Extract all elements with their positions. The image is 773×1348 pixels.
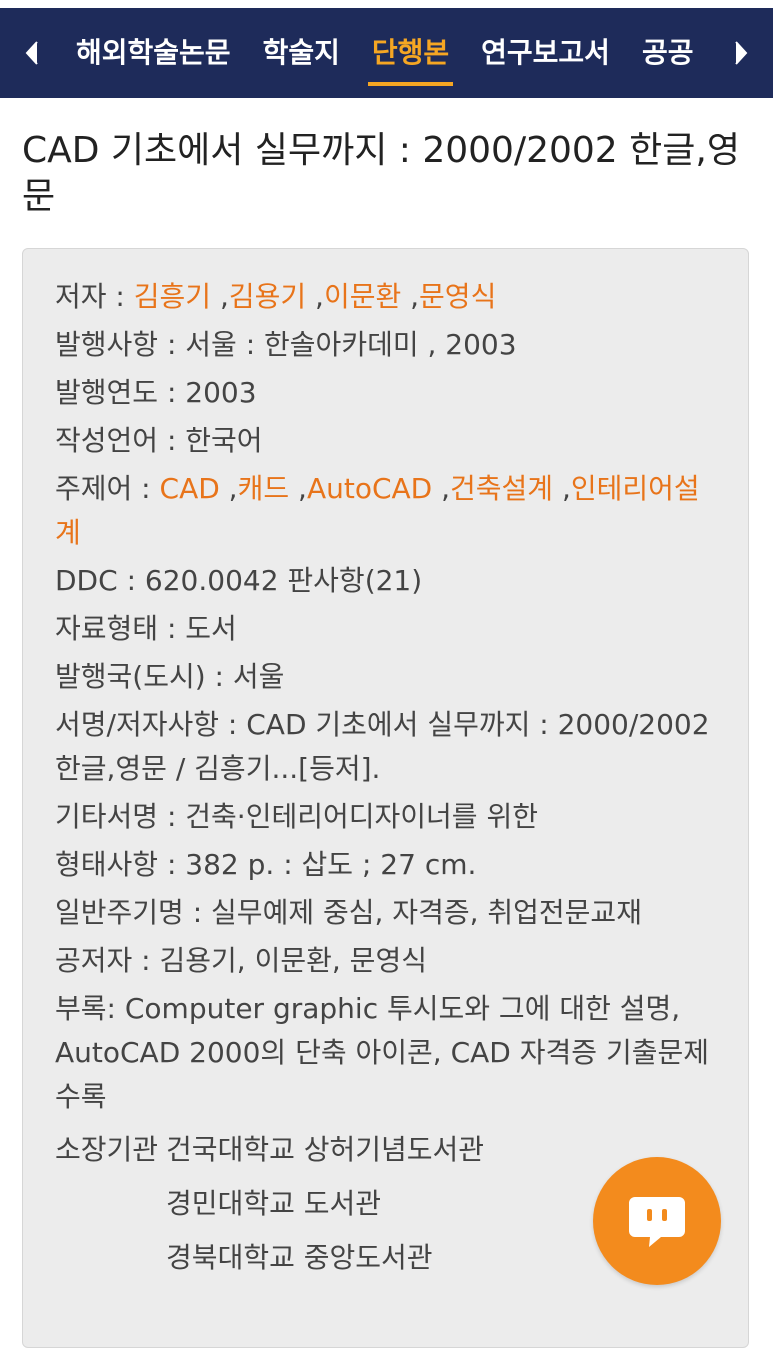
author-link[interactable]: 김흥기: [134, 280, 211, 313]
tab-books[interactable]: 단행본: [367, 8, 454, 98]
subject-link[interactable]: 캐드: [238, 472, 290, 505]
library-item[interactable]: 건국대학교 상허기념도서관: [166, 1123, 484, 1177]
statement-row: 서명/저자사항 : CAD 기초에서 실무까지 : 2000/2002 한글,영…: [55, 703, 720, 791]
appendix-row: 부록: Computer graphic 투시도와 그에 대한 설명, Auto…: [55, 987, 720, 1119]
note-label: 일반주기명 :: [55, 896, 212, 929]
holdings-list: 건국대학교 상허기념도서관 경민대학교 도서관 경북대학교 중앙도서관: [166, 1123, 484, 1285]
year-label: 발행연도 :: [55, 376, 186, 409]
subject-link[interactable]: 건축설계: [450, 472, 553, 505]
note-row: 일반주기명 : 실무예제 중심, 자격증, 취업전문교재: [55, 891, 720, 935]
coauthors-value: 김용기, 이문환, 문영식: [159, 944, 427, 977]
library-item[interactable]: 경북대학교 중앙도서관: [166, 1231, 484, 1285]
tab-overseas-papers[interactable]: 해외학술논문: [76, 8, 231, 98]
format-value: 도서: [185, 612, 237, 645]
language-label: 작성언어 :: [55, 424, 186, 457]
year-value: 2003: [185, 376, 257, 409]
ddc-label: DDC :: [55, 564, 145, 597]
appendix-label: 부록:: [55, 992, 125, 1025]
appendix-value: Computer graphic 투시도와 그에 대한 설명, AutoCAD …: [55, 992, 709, 1113]
holdings-label: 소장기관: [55, 1133, 159, 1166]
format-label: 자료형태 :: [55, 612, 186, 645]
library-item[interactable]: 경민대학교 도서관: [166, 1177, 484, 1231]
tab-journals[interactable]: 학술지: [263, 8, 340, 98]
publication-label: 발행사항 :: [55, 328, 186, 361]
coauthors-label: 공저자 :: [55, 944, 160, 977]
subjects-label: 주제어 :: [55, 472, 160, 505]
chevron-right-icon[interactable]: [721, 8, 761, 98]
chat-bubble-icon: [629, 1197, 685, 1247]
language-value: 한국어: [185, 424, 263, 457]
author-link[interactable]: 김용기: [229, 280, 306, 313]
country-value: 서울: [232, 660, 285, 693]
note-value: 실무예제 중심, 자격증, 취업전문교재: [211, 896, 642, 929]
author-label: 저자 :: [55, 280, 134, 313]
language-row: 작성언어 : 한국어: [55, 419, 720, 463]
subject-link[interactable]: CAD: [160, 472, 220, 505]
other-title-row: 기타서명 : 건축·인테리어디자이너를 위한: [55, 795, 720, 839]
format-row: 자료형태 : 도서: [55, 607, 720, 651]
ddc-value: 620.0042 판사항(21): [144, 564, 423, 597]
category-tab-bar: 해외학술논문 학술지 단행본 연구보고서 공공: [0, 8, 773, 98]
statement-label: 서명/저자사항 :: [55, 708, 247, 741]
physical-value: 382 p. : 삽도 ; 27 cm.: [185, 848, 477, 881]
year-row: 발행연도 : 2003: [55, 371, 720, 415]
coauthors-row: 공저자 : 김용기, 이문환, 문영식: [55, 939, 720, 983]
publication-value: 서울 : 한솔아카데미 , 2003: [185, 328, 517, 361]
country-row: 발행국(도시) : 서울: [55, 655, 720, 699]
chat-button[interactable]: [593, 1157, 721, 1285]
page-title: CAD 기초에서 실무까지 : 2000/2002 한글,영문: [22, 130, 740, 217]
ddc-row: DDC : 620.0042 판사항(21): [55, 559, 720, 603]
physical-label: 형태사항 :: [55, 848, 186, 881]
tab-public[interactable]: 공공: [642, 8, 694, 98]
chevron-left-icon[interactable]: [12, 8, 52, 98]
other-title-value: 건축·인테리어디자이너를 위한: [185, 800, 538, 833]
country-label: 발행국(도시) :: [55, 660, 233, 693]
other-title-label: 기타서명 :: [55, 800, 186, 833]
author-link[interactable]: 이문환: [324, 280, 401, 313]
tab-research-reports[interactable]: 연구보고서: [481, 8, 610, 98]
status-strip: [0, 0, 773, 8]
subject-link[interactable]: AutoCAD: [307, 472, 432, 505]
author-link[interactable]: 문영식: [419, 280, 496, 313]
subjects-row: 주제어 : CAD ,캐드 ,AutoCAD ,건축설계 ,인테리어설계: [55, 472, 700, 549]
tab-list: 해외학술논문 학술지 단행본 연구보고서 공공: [60, 8, 723, 98]
physical-row: 형태사항 : 382 p. : 삽도 ; 27 cm.: [55, 843, 720, 887]
author-row: 저자 : 김흥기 ,김용기 ,이문환 ,문영식: [55, 280, 497, 313]
publication-row: 발행사항 : 서울 : 한솔아카데미 , 2003: [55, 323, 720, 367]
